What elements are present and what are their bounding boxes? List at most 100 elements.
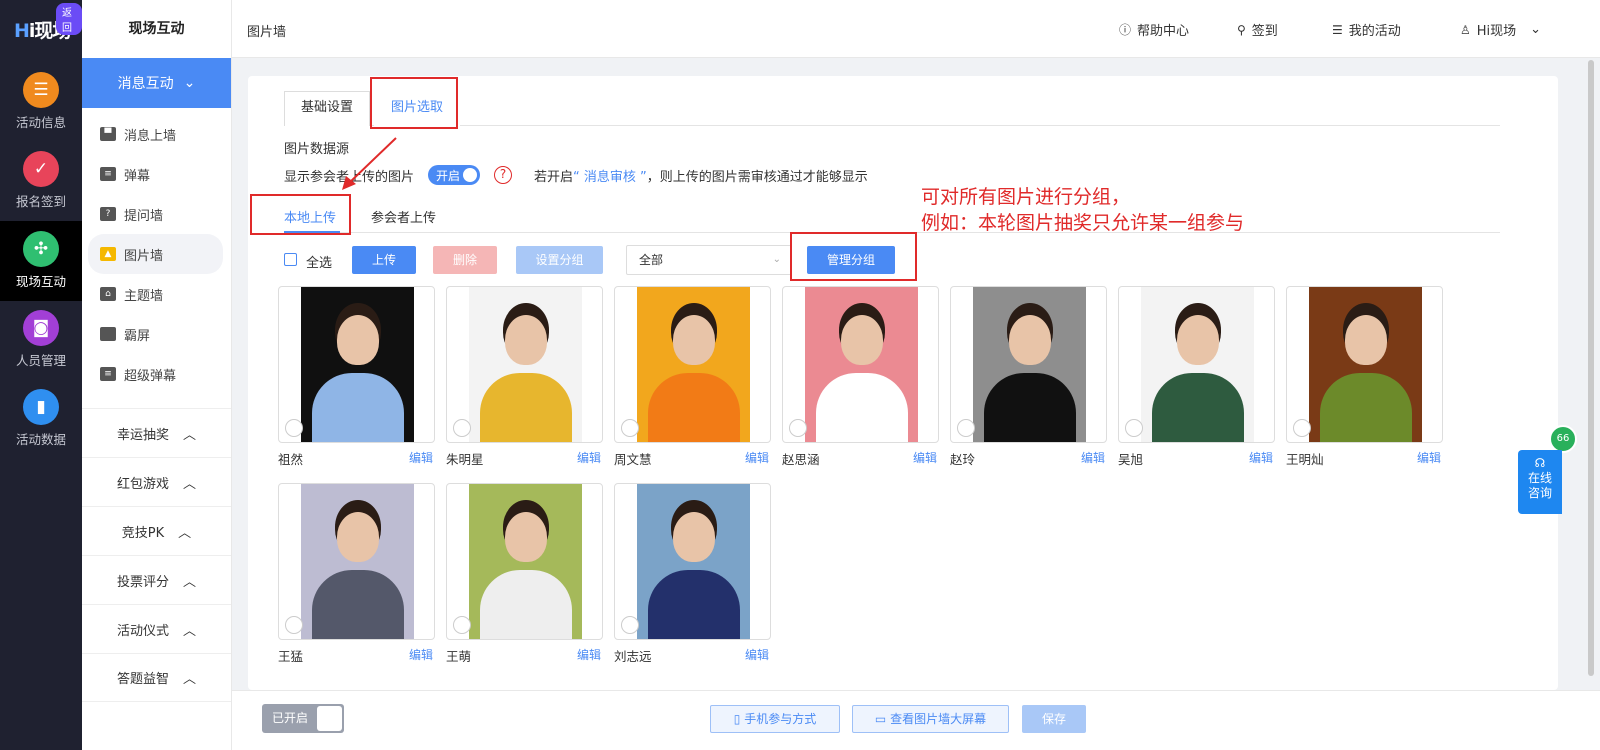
nav-item-label: 超级弹幕: [124, 368, 177, 384]
photo-card[interactable]: 王明灿 编辑: [1286, 286, 1443, 467]
nav-item-theme-wall[interactable]: ⌂ 主题墙: [82, 274, 231, 314]
photo-edit-link[interactable]: 编辑: [1417, 449, 1441, 466]
nav-item-barrage[interactable]: ≡ 弹幕: [82, 154, 231, 194]
nav-section-vote[interactable]: 投票评分 ︿: [82, 555, 231, 604]
photo-card[interactable]: 朱明星 编辑: [446, 286, 603, 467]
photo-edit-link[interactable]: 编辑: [577, 449, 601, 466]
upload-button[interactable]: 上传: [352, 246, 416, 274]
chevron-up-icon: ︿: [183, 427, 197, 443]
photo-card[interactable]: 周文慧 编辑: [614, 286, 771, 467]
photo-card[interactable]: 祖然 编辑: [278, 286, 435, 467]
chevron-down-icon: ⌄: [772, 254, 781, 265]
info-icon: ⓘ: [1119, 23, 1132, 37]
message-review-link[interactable]: “ 消息审核 ”: [573, 170, 647, 185]
select-all-label[interactable]: 全选: [306, 252, 332, 271]
photo-name: 王萌: [446, 649, 472, 664]
note-suffix: ，则上传的图片需审核通过才能够显示: [646, 169, 868, 185]
photo-select-radio[interactable]: [957, 419, 975, 437]
photo-card[interactable]: 吴旭 编辑: [1118, 286, 1275, 467]
subtab-participant-upload[interactable]: 参会者上传: [371, 207, 436, 226]
mobile-join-button[interactable]: ▯ 手机参与方式: [710, 705, 840, 733]
photo-select-radio[interactable]: [285, 419, 303, 437]
photo-edit-link[interactable]: 编辑: [409, 646, 433, 663]
portrait-head: [672, 512, 715, 562]
photo-image: [301, 287, 414, 442]
photo-frame[interactable]: [278, 483, 435, 640]
save-button[interactable]: 保存: [1022, 705, 1086, 733]
nav-section-ceremony[interactable]: 活动仪式 ︿: [82, 604, 231, 653]
photo-edit-link[interactable]: 编辑: [577, 646, 601, 663]
photo-edit-link[interactable]: 编辑: [745, 449, 769, 466]
nav-section-quiz[interactable]: 答题益智 ︿: [82, 653, 231, 702]
photo-edit-link[interactable]: 编辑: [409, 449, 433, 466]
photo-select-radio[interactable]: [789, 419, 807, 437]
photo-select-radio[interactable]: [1125, 419, 1143, 437]
chevron-up-icon: ︿: [183, 623, 197, 639]
portrait-head: [504, 512, 547, 562]
photo-edit-link[interactable]: 编辑: [745, 646, 769, 663]
nav-section-redpacket[interactable]: 红包游戏 ︿: [82, 457, 231, 506]
scrollbar-thumb[interactable]: [1588, 60, 1594, 676]
nav-item-super-barrage[interactable]: ≡ 超级弹幕: [82, 354, 231, 394]
photo-frame[interactable]: [782, 286, 939, 443]
participant-photo-toggle[interactable]: 开启: [428, 165, 481, 185]
photo-frame[interactable]: [446, 286, 603, 443]
nav-section-lottery[interactable]: 幸运抽奖 ︿: [82, 408, 231, 457]
photo-card[interactable]: 赵玲 编辑: [950, 286, 1107, 467]
nav-item-takeover[interactable]: 霸屏: [82, 314, 231, 354]
photo-select-radio[interactable]: [285, 616, 303, 634]
nav-item-message-wall[interactable]: ▀ 消息上墙: [82, 114, 231, 154]
photo-select-radio[interactable]: [1293, 419, 1311, 437]
consult-line-1: 在线: [1527, 471, 1552, 485]
portrait-head: [1176, 315, 1219, 365]
my-events-link[interactable]: ☰ 我的活动: [1332, 20, 1401, 40]
nav-item-photo-wall[interactable]: ▲ 图片墙: [88, 234, 223, 274]
nav-section-pk[interactable]: 竞技PK ︿: [82, 506, 231, 555]
delete-button[interactable]: 删除: [433, 246, 497, 274]
rail-item-signup[interactable]: ✓ 报名签到: [0, 141, 82, 221]
photo-select-radio[interactable]: [453, 419, 471, 437]
photo-frame[interactable]: [614, 286, 771, 443]
photo-edit-link[interactable]: 编辑: [1081, 449, 1105, 466]
photo-card[interactable]: 刘志远 编辑: [614, 483, 771, 664]
tab-basic-settings[interactable]: 基础设置: [284, 91, 371, 126]
wall-enabled-toggle[interactable]: 已开启: [262, 704, 344, 733]
photo-frame[interactable]: [950, 286, 1107, 443]
group-select[interactable]: 全部 ⌄: [626, 245, 792, 275]
photo-card[interactable]: 赵思涵 编辑: [782, 286, 939, 467]
photo-frame[interactable]: [446, 483, 603, 640]
set-group-button[interactable]: 设置分组: [516, 246, 603, 274]
back-badge[interactable]: 返回: [56, 3, 82, 35]
online-consult-button[interactable]: ☊ 在线 咨询: [1518, 450, 1562, 514]
note-prefix: 若开启: [534, 169, 574, 185]
view-bigscreen-button[interactable]: ▭ 查看图片墙大屏幕: [852, 705, 1009, 733]
chevron-up-icon: ︿: [178, 525, 192, 541]
nav-item-label: 图片墙: [124, 248, 164, 264]
rail-item-event-info[interactable]: ☰ 活动信息: [0, 62, 82, 142]
user-menu[interactable]: ♙ Hi现场 ⌄: [1460, 20, 1541, 39]
photo-select-radio[interactable]: [453, 616, 471, 634]
photo-frame[interactable]: [614, 483, 771, 640]
select-all-checkbox[interactable]: [284, 253, 297, 266]
photo-image: [805, 287, 918, 442]
nav-group-message[interactable]: 消息互动 ⌄: [82, 58, 231, 108]
rail-item-people[interactable]: ◙ 人员管理: [0, 300, 82, 380]
question-circle-icon[interactable]: ?: [494, 166, 513, 184]
help-center-link[interactable]: ⓘ 帮助中心: [1119, 20, 1189, 39]
photo-frame[interactable]: [1118, 286, 1275, 443]
photo-card[interactable]: 王萌 编辑: [446, 483, 603, 664]
rail-item-data[interactable]: ▮ 活动数据: [0, 379, 82, 459]
photo-frame[interactable]: [1286, 286, 1443, 443]
portrait-body: [479, 373, 572, 442]
photo-edit-link[interactable]: 编辑: [913, 449, 937, 466]
icon-rail: Hi现场 返回 ☰ 活动信息 ✓ 报名签到 ✣ 现场互动 ◙ 人员管理 ▮ 活动…: [0, 0, 82, 750]
photo-frame[interactable]: [278, 286, 435, 443]
checkin-link[interactable]: ⚲ 签到: [1237, 20, 1278, 40]
nav-item-question-wall[interactable]: ? 提问墙: [82, 194, 231, 234]
photo-card[interactable]: 王猛 编辑: [278, 483, 435, 664]
rail-item-interaction[interactable]: ✣ 现场互动: [0, 221, 82, 301]
photo-select-radio[interactable]: [621, 616, 639, 634]
photo-edit-link[interactable]: 编辑: [1249, 449, 1273, 466]
consult-line-2: 咨询: [1527, 486, 1552, 500]
photo-select-radio[interactable]: [621, 419, 639, 437]
